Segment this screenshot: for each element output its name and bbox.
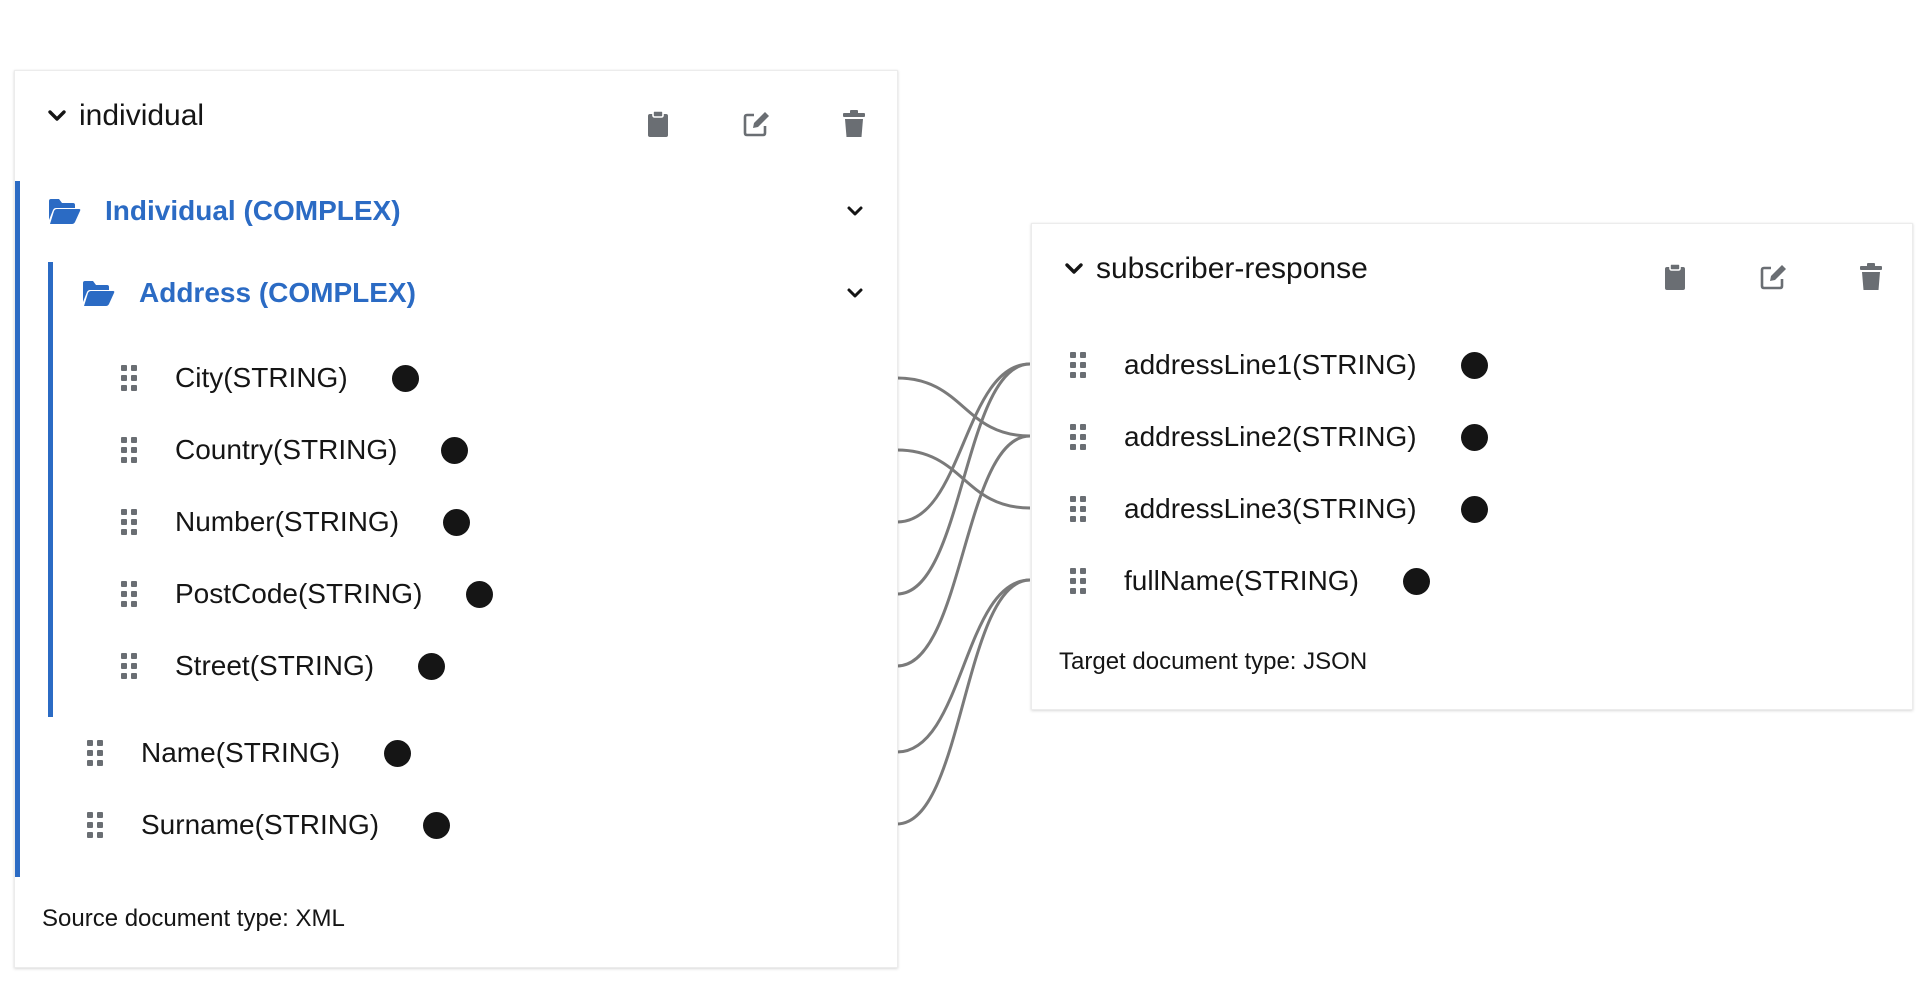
source-document-panel: individual Individual (COMPLEX) Address … [14,70,898,968]
field-connector[interactable] [443,508,471,536]
source-actions [643,109,869,139]
field-connector[interactable] [418,652,446,680]
individual-group-label: Individual (COMPLEX) [105,195,401,226]
folder-open-icon [49,199,81,224]
field-label: Country(STRING) [175,434,398,465]
grip-icon[interactable] [1068,350,1088,380]
field-row-addressline2[interactable]: addressLine2(STRING) [1068,417,1488,457]
edit-icon[interactable] [741,109,771,139]
grip-icon[interactable] [1068,494,1088,524]
field-label: Name(STRING) [141,737,341,768]
field-row-addressline3[interactable]: addressLine3(STRING) [1068,489,1488,529]
grip-icon[interactable] [119,363,139,393]
grip-icon[interactable] [119,579,139,609]
field-connector[interactable] [1460,423,1488,451]
field-row-name[interactable]: Name(STRING) [85,733,412,773]
target-document-panel: subscriber-response addressLine1(STRING)… [1031,223,1913,710]
field-label: addressLine3(STRING) [1124,493,1417,524]
grip-icon[interactable] [119,507,139,537]
field-connector[interactable] [1402,567,1430,595]
grip-icon[interactable] [119,651,139,681]
field-label: Street(STRING) [175,650,375,681]
target-actions [1660,262,1886,292]
trash-icon[interactable] [1856,262,1886,292]
field-connector[interactable] [391,364,419,392]
source-document-title: individual [79,99,205,132]
address-group-row[interactable]: Address (COMPLEX) [81,277,416,309]
trash-icon[interactable] [839,109,869,139]
target-title-row: subscriber-response [1062,252,1368,286]
mapping-line[interactable] [896,376,1031,438]
field-row-country[interactable]: Country(STRING) [119,430,469,470]
field-label: PostCode(STRING) [175,578,423,609]
mapping-line[interactable] [896,578,1031,754]
field-connector[interactable] [1460,351,1488,379]
chevron-down-icon[interactable] [843,199,867,223]
grip-icon[interactable] [1068,566,1088,596]
source-title-row: individual [45,99,204,133]
source-document-type: Source document type: XML [42,905,345,932]
grip-icon[interactable] [85,810,105,840]
field-label: Surname(STRING) [141,809,380,840]
clipboard-icon[interactable] [643,109,673,139]
mapping-line[interactable] [896,578,1031,826]
address-group-bar [48,262,53,717]
field-row-postcode[interactable]: PostCode(STRING) [119,574,494,614]
field-connector[interactable] [1460,495,1488,523]
target-document-title: subscriber-response [1096,252,1368,285]
field-row-addressline1[interactable]: addressLine1(STRING) [1068,345,1488,385]
field-label: addressLine1(STRING) [1124,349,1417,380]
chevron-down-icon[interactable] [843,281,867,305]
field-row-street[interactable]: Street(STRING) [119,646,446,686]
field-row-fullname[interactable]: fullName(STRING) [1068,561,1430,601]
field-connector[interactable] [441,436,469,464]
clipboard-icon[interactable] [1660,262,1690,292]
grip-icon[interactable] [119,435,139,465]
field-label: Number(STRING) [175,506,400,537]
chevron-down-icon[interactable] [45,104,69,128]
field-connector[interactable] [384,739,412,767]
field-row-number[interactable]: Number(STRING) [119,502,471,542]
target-document-type: Target document type: JSON [1059,648,1368,675]
field-label: City(STRING) [175,362,348,393]
grip-icon[interactable] [1068,422,1088,452]
field-label: addressLine2(STRING) [1124,421,1417,452]
folder-open-icon [83,281,115,306]
field-label: fullName(STRING) [1124,565,1359,596]
field-row-city[interactable]: City(STRING) [119,358,419,398]
mapping-line[interactable] [896,362,1031,596]
field-connector[interactable] [423,811,451,839]
address-group-label: Address (COMPLEX) [139,277,416,308]
edit-icon[interactable] [1758,262,1788,292]
mapping-line[interactable] [896,434,1031,668]
field-connector[interactable] [466,580,494,608]
chevron-down-icon[interactable] [1062,257,1086,281]
grip-icon[interactable] [85,738,105,768]
field-row-surname[interactable]: Surname(STRING) [85,805,451,845]
individual-group-bar [15,181,20,877]
individual-group-row[interactable]: Individual (COMPLEX) [47,195,401,227]
